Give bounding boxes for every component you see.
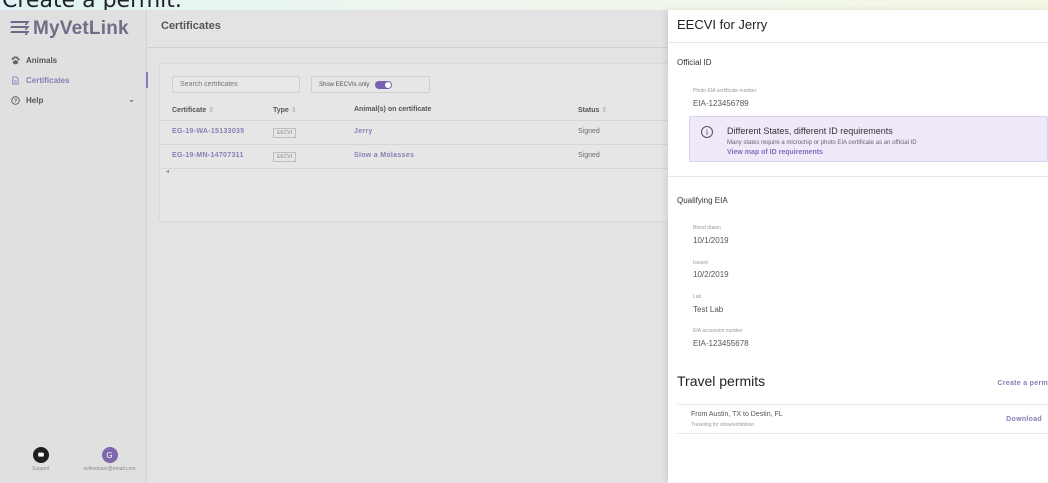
- blood-drawn-label: Blood drawn: [693, 225, 721, 231]
- avatar: G: [101, 447, 118, 463]
- animal-link[interactable]: Jerry: [354, 128, 373, 135]
- sidebar-footer: Support G evltestuser@email.com: [0, 447, 147, 483]
- qualifying-eia-heading: Qualifying EIA: [677, 196, 728, 205]
- page-title: Certificates: [161, 20, 221, 32]
- scroll-left-icon[interactable]: ◂: [166, 168, 169, 175]
- sidebar-item-label: Certificates: [26, 75, 70, 85]
- id-requirements-notice: i Different States, different ID require…: [689, 116, 1048, 162]
- sidebar-item-help[interactable]: ? Help ⌄: [0, 90, 147, 110]
- paw-icon: [11, 55, 20, 65]
- divider: [668, 176, 1048, 177]
- photo-eia-value: EIA-123456789: [693, 99, 749, 108]
- notice-title: Different States, different ID requireme…: [727, 126, 893, 136]
- app-name: MyVetLink: [33, 18, 129, 39]
- lab-label: Lab: [693, 294, 702, 300]
- chevron-down-icon[interactable]: ⌄: [128, 95, 135, 104]
- user-email: evltestuser@email.com: [83, 466, 136, 472]
- support-label: Support: [32, 466, 50, 472]
- eecvi-filter-toggle[interactable]: Show EECVIs only: [311, 76, 430, 93]
- status-text: Signed: [578, 152, 600, 159]
- caption-text: Create a permit.: [2, 0, 182, 10]
- table-row[interactable]: EG-19-WA-15133035 EECVI Jerry Signed: [160, 120, 668, 143]
- view-id-map-link[interactable]: View map of ID requirements: [727, 149, 823, 156]
- certificate-link[interactable]: EG-19-WA-15133035: [172, 128, 244, 135]
- user-menu-button[interactable]: G evltestuser@email.com: [72, 447, 147, 472]
- issued-value: 10/2/2019: [693, 270, 729, 279]
- column-certificate[interactable]: Certificate ⇕: [172, 106, 214, 114]
- column-type[interactable]: Type ⇕: [273, 106, 297, 114]
- type-badge: EECVI: [273, 152, 297, 162]
- main-content: Certificates Show EECVIs only Certificat…: [147, 10, 668, 483]
- list-item[interactable]: From Austin, TX to Destin, FL Traveling …: [677, 404, 1048, 434]
- official-id-heading: Official ID: [677, 58, 712, 67]
- toggle-switch[interactable]: [375, 80, 393, 89]
- chat-icon: [32, 447, 49, 463]
- create-permit-button[interactable]: Create a perm: [997, 380, 1048, 387]
- certificates-card: Show EECVIs only Certificate ⇕ Type ⇕ An…: [160, 64, 668, 221]
- issued-label: Issued: [693, 260, 708, 266]
- sort-icon: ⇕: [208, 107, 215, 114]
- sidebar-item-label: Animals: [26, 55, 58, 65]
- certificate-link[interactable]: EG-19-MN-14707311: [172, 152, 244, 159]
- type-badge: EECVI: [273, 128, 297, 138]
- sidebar-item-certificates[interactable]: Certificates: [0, 70, 148, 90]
- status-text: Signed: [578, 128, 600, 135]
- logo-icon: [8, 21, 30, 37]
- sidebar: MyVetLink Animals Certificates ? Help ⌄ …: [0, 10, 148, 483]
- info-icon: i: [701, 126, 713, 138]
- sidebar-item-label: Help: [26, 95, 44, 105]
- lab-value: Test Lab: [693, 305, 724, 314]
- help-icon: ?: [11, 95, 20, 105]
- app-shell: MyVetLink Animals Certificates ? Help ⌄ …: [0, 10, 668, 483]
- permit-purpose: Traveling for show/exhibition: [691, 422, 755, 428]
- table-scrollbar[interactable]: ◂: [160, 168, 668, 176]
- sidebar-item-animals[interactable]: Animals: [0, 50, 147, 70]
- animal-link[interactable]: Slow a Molasses: [354, 152, 414, 159]
- toggle-label: Show EECVIs only: [319, 81, 370, 88]
- accession-label: EIA accession number: [693, 328, 743, 334]
- document-icon: [11, 75, 20, 85]
- photo-eia-label: Photo EIA certificate number: [693, 88, 757, 94]
- blood-drawn-value: 10/1/2019: [693, 236, 729, 245]
- caption-strip: Create a permit.: [0, 0, 1048, 10]
- sort-icon: ⇕: [290, 107, 297, 114]
- search-input[interactable]: [172, 76, 300, 93]
- table-header: Certificate ⇕ Type ⇕ Animal(s) on certif…: [160, 102, 668, 119]
- accession-value: EIA-123455678: [693, 339, 749, 348]
- divider: [668, 42, 1048, 43]
- column-status[interactable]: Status ⇕: [578, 106, 607, 114]
- column-animals[interactable]: Animal(s) on certificate: [354, 106, 431, 113]
- app-logo[interactable]: MyVetLink: [8, 16, 129, 42]
- permit-route: From Austin, TX to Destin, FL: [691, 411, 783, 418]
- travel-permits-heading: Travel permits: [677, 373, 766, 389]
- svg-text:?: ?: [14, 98, 17, 104]
- certificate-drawer: EECVI for Jerry Official ID Photo EIA ce…: [668, 10, 1048, 483]
- table-row[interactable]: EG-19-MN-14707311 EECVI Slow a Molasses …: [160, 144, 668, 167]
- download-button[interactable]: Download: [1006, 416, 1042, 423]
- sort-icon: ⇕: [601, 107, 608, 114]
- notice-body: Many states require a microchip or photo…: [727, 140, 917, 146]
- sidebar-nav: Animals Certificates ? Help ⌄: [0, 50, 148, 110]
- support-button[interactable]: Support: [32, 447, 50, 472]
- divider: [147, 47, 668, 48]
- drawer-title: EECVI for Jerry: [677, 17, 768, 32]
